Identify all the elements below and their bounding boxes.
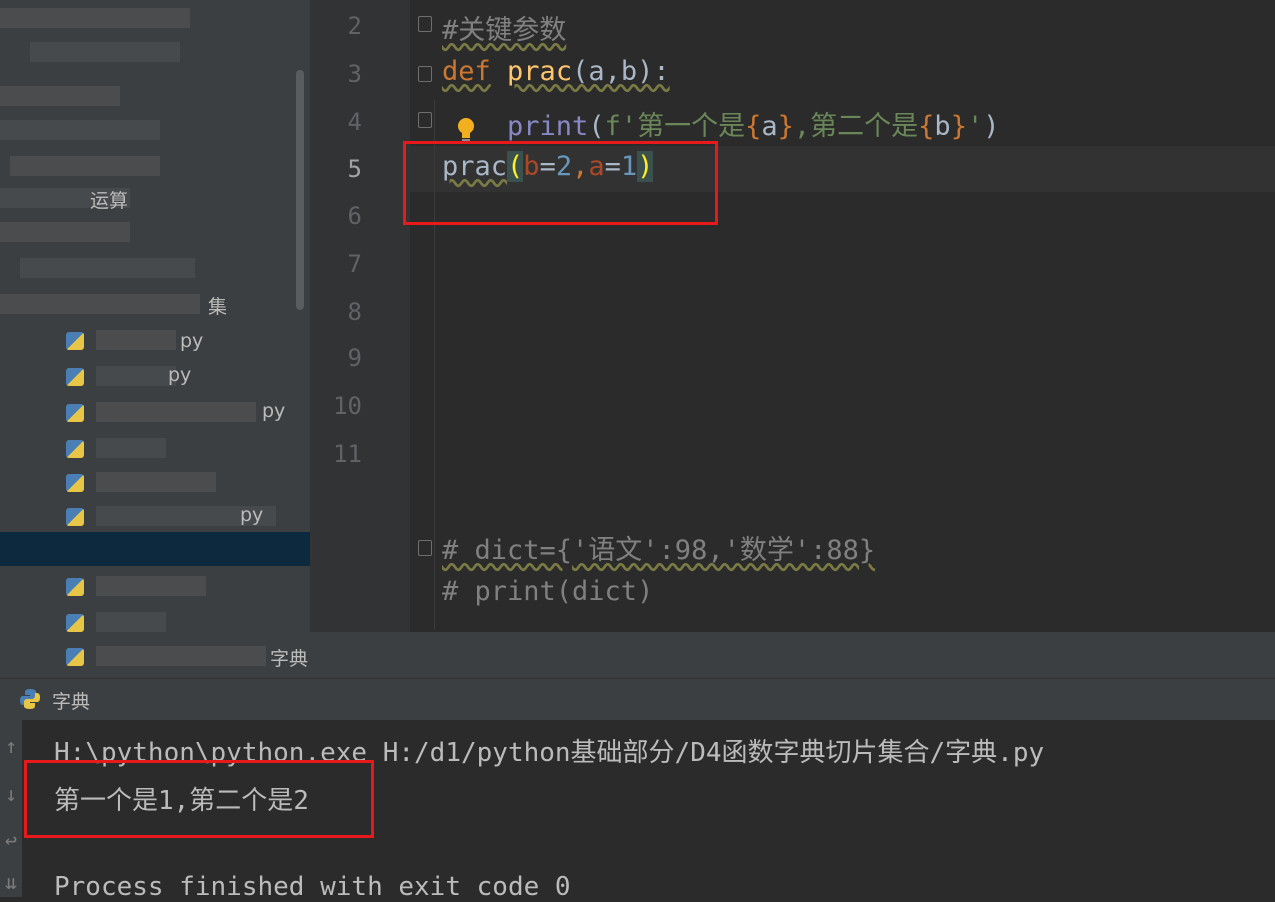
fstring-prefix: f'	[604, 111, 638, 142]
project-sidebar[interactable]: 运算 集 py py py py 字典	[0, 0, 310, 678]
tree-label: 集	[208, 296, 228, 318]
tree-row-blurred[interactable]	[0, 86, 120, 106]
tree-row-blurred[interactable]	[30, 42, 180, 62]
highlight-box-code	[403, 141, 718, 225]
line-number: 8	[347, 298, 362, 326]
python-file-icon	[66, 614, 84, 632]
tree-row-blurred[interactable]	[0, 120, 160, 140]
brace: }	[777, 111, 794, 142]
line-number-gutter: 2 3 4 5 6 7 8 9 10 11	[310, 0, 410, 632]
run-tab-label[interactable]: 字典	[52, 687, 90, 714]
string-text: ,第二个是	[793, 111, 919, 142]
line-number: 6	[347, 202, 362, 230]
tree-row-blurred[interactable]	[0, 294, 200, 314]
python-file-icon	[66, 578, 84, 596]
line-number-current: 5	[347, 155, 362, 183]
function-signature: (a,b):	[572, 56, 670, 87]
keyword-def: def	[442, 56, 491, 87]
code-line-3[interactable]: def prac(a,b):	[442, 56, 670, 87]
soft-wrap-icon[interactable]: ↩	[0, 828, 22, 852]
fold-icon[interactable]	[418, 540, 432, 556]
line-number: 11	[333, 440, 362, 468]
python-file-icon	[66, 368, 84, 386]
code-line-13[interactable]: # print(dict)	[442, 576, 653, 607]
brace: }	[950, 111, 967, 142]
line-number: 4	[347, 108, 362, 136]
code-line-12[interactable]: # dict={'语文':98,'数学':88}	[442, 528, 875, 567]
tree-row-blurred[interactable]	[20, 258, 195, 278]
tree-row-blurred[interactable]	[0, 8, 190, 28]
python-file-icon	[66, 440, 84, 458]
run-side-toolbar: ↑ ↓ ↩ ⇊	[0, 720, 22, 897]
arrow-down-icon[interactable]: ↓	[0, 782, 22, 806]
file-name: py	[180, 330, 204, 352]
python-file-icon	[66, 332, 84, 350]
tree-row-blurred[interactable]	[96, 612, 166, 632]
paren: (	[588, 111, 605, 142]
file-name: py	[262, 400, 286, 422]
fstring-var: b	[934, 111, 951, 142]
python-file-icon	[66, 404, 84, 422]
function-name: prac	[507, 56, 573, 87]
line-number: 9	[347, 344, 362, 372]
comment-text: # dict={'语文':98,'数学':88}	[442, 535, 876, 566]
tree-row-blurred[interactable]	[96, 402, 256, 422]
comment-text: #关键参数	[442, 15, 567, 46]
fold-icon[interactable]	[418, 112, 432, 128]
builtin-print: print	[507, 111, 589, 142]
file-name: py	[240, 504, 264, 526]
tree-row-blurred[interactable]	[96, 366, 176, 386]
code-line-2[interactable]: #关键参数	[442, 8, 566, 47]
code-line-4[interactable]: print(f'第一个是{a},第二个是{b}')	[442, 104, 999, 143]
fold-icon[interactable]	[418, 16, 432, 32]
tree-row-blurred[interactable]	[0, 222, 130, 242]
line-number: 3	[347, 60, 362, 88]
python-file-icon	[66, 648, 84, 666]
file-name: py	[168, 364, 192, 386]
editor-bottom-divider	[310, 632, 1275, 678]
tree-row-blurred[interactable]	[96, 330, 176, 350]
file-name: 字典	[270, 648, 309, 670]
comment-text: # print(dict)	[442, 576, 654, 607]
line-number: 7	[347, 250, 362, 278]
tree-label: 运算	[90, 190, 129, 212]
tree-row-blurred[interactable]	[10, 156, 160, 176]
string-text: 第一个是	[637, 111, 746, 142]
selected-tree-row[interactable]	[0, 532, 310, 566]
tree-row-blurred[interactable]	[96, 646, 266, 666]
run-tool-window-header: 字典	[0, 678, 1275, 721]
string-quote: '	[966, 111, 984, 142]
paren: )	[983, 111, 1000, 142]
tree-row-blurred[interactable]	[96, 472, 216, 492]
highlight-box-output	[24, 760, 374, 838]
arrow-up-icon[interactable]: ↑	[0, 734, 22, 758]
fstring-var: a	[761, 111, 778, 142]
console-exit-message: Process finished with exit code 0	[54, 872, 571, 902]
scroll-to-end-icon[interactable]: ⇊	[0, 870, 22, 894]
brace: {	[745, 111, 762, 142]
python-file-icon	[66, 474, 84, 492]
line-number: 10	[333, 392, 362, 420]
fold-icon[interactable]	[418, 66, 432, 82]
tree-row-blurred[interactable]	[96, 438, 166, 458]
python-file-icon	[66, 508, 84, 526]
python-icon	[20, 689, 40, 709]
brace: {	[918, 111, 935, 142]
tree-row-blurred[interactable]	[96, 576, 206, 596]
sidebar-scrollbar[interactable]	[296, 70, 304, 310]
line-number: 2	[347, 12, 362, 40]
